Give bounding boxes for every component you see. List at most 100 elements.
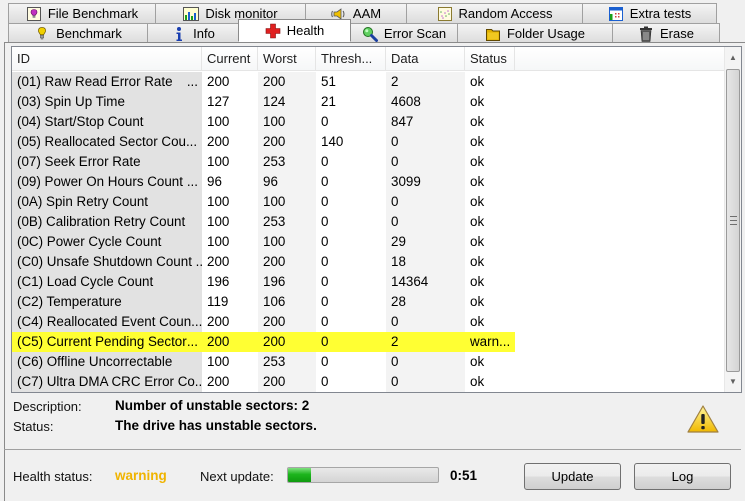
worst-cell: 124 <box>258 92 316 112</box>
table-row-warning[interactable]: (C5) Current Pending Sector... 200 200 0 2 wa… <box>12 332 725 352</box>
current-cell: 200 <box>207 134 230 149</box>
current-cell: 96 <box>207 174 222 189</box>
tab-erase[interactable]: Erase <box>612 23 720 43</box>
row-filler <box>515 152 725 172</box>
current-cell: 200 <box>207 314 230 329</box>
magnifier-icon <box>362 26 378 42</box>
worst-cell: 200 <box>258 372 316 392</box>
table-row[interactable]: (03) Spin Up Time 127 124 21 4608 ok <box>12 92 725 112</box>
worst-cell: 196 <box>258 272 316 292</box>
column-header-status[interactable]: Status <box>465 47 515 71</box>
table-row[interactable]: (05) Reallocated Sector Cou... 200 200 140 0… <box>12 132 725 152</box>
attribute-id-cell: (0C) Power Cycle Count <box>12 232 202 252</box>
tab-extra-tests[interactable]: Extra tests <box>582 3 717 23</box>
tab-file-benchmark[interactable]: File Benchmark <box>8 3 156 23</box>
scroll-up-arrow-icon[interactable]: ▲ <box>725 49 741 66</box>
row-filler <box>515 312 725 332</box>
threshold-cell: 0 <box>321 234 329 249</box>
row-filler <box>515 172 725 192</box>
tab-error-scan[interactable]: Error Scan <box>350 23 458 43</box>
worst-cell: 106 <box>258 292 316 312</box>
column-header-current[interactable]: Current <box>202 47 258 71</box>
threshold-cell: 0 <box>321 114 329 129</box>
table-row[interactable]: (09) Power On Hours Count... 96 96 0 3099 ok <box>12 172 725 192</box>
threshold-cell: 0 <box>321 294 329 309</box>
benchmark-icon <box>34 26 50 42</box>
table-row[interactable]: (0C) Power Cycle Count 100 100 0 29 ok <box>12 232 725 252</box>
worst-cell: 200 <box>258 252 316 272</box>
scrollbar-thumb[interactable] <box>726 69 740 372</box>
table-row[interactable]: (07) Seek Error Rate 100 253 0 0 ok <box>12 152 725 172</box>
table-row[interactable]: (C0) Unsafe Shutdown Count ... 200 200 0 18 o… <box>12 252 725 272</box>
row-filler <box>515 372 725 392</box>
table-row[interactable]: (01) Raw Read Error Rate... 200 200 51 2 ok <box>12 72 725 92</box>
worst-cell: 200 <box>258 132 316 152</box>
separator <box>4 449 741 450</box>
worst-cell: 200 <box>258 332 316 352</box>
data-cell: 2 <box>386 332 465 352</box>
row-filler <box>515 72 725 92</box>
tab-benchmark[interactable]: Benchmark <box>8 23 148 43</box>
threshold-cell: 0 <box>321 214 329 229</box>
column-header-threshold[interactable]: Thresh... <box>316 47 386 71</box>
truncation-ellipsis: ... <box>186 74 198 89</box>
status-cell: warn... <box>465 332 515 352</box>
table-row[interactable]: (C6) Offline Uncorrectable 100 253 0 0 ok <box>12 352 725 372</box>
progress-fill <box>288 468 311 482</box>
worst-cell: 253 <box>258 352 316 372</box>
data-cell: 0 <box>386 372 465 392</box>
tab-info[interactable]: Info <box>147 23 239 43</box>
smart-attributes-list[interactable]: ID Current Worst Thresh... Data Status (… <box>11 46 742 393</box>
data-cell: 847 <box>386 112 465 132</box>
column-header-worst[interactable]: Worst <box>258 47 316 71</box>
vertical-scrollbar[interactable]: ▲ ▼ <box>724 47 741 392</box>
row-filler <box>515 92 725 112</box>
data-cell: 0 <box>386 212 465 232</box>
log-button[interactable]: Log <box>634 463 731 490</box>
current-cell: 100 <box>207 154 230 169</box>
column-header-id[interactable]: ID <box>12 47 202 71</box>
next-update-countdown: 0:51 <box>450 468 478 483</box>
row-filler <box>515 192 725 212</box>
table-row[interactable]: (C4) Reallocated Event Coun... 200 200 0 0 ok <box>12 312 725 332</box>
table-row[interactable]: (C7) Ultra DMA CRC Error Co... 200 200 0 0 ok <box>12 372 725 392</box>
data-cell: 29 <box>386 232 465 252</box>
data-cell: 3099 <box>386 172 465 192</box>
current-cell: 100 <box>207 354 230 369</box>
column-header-data[interactable]: Data <box>386 47 465 71</box>
status-cell: ok <box>470 94 485 109</box>
status-cell: ok <box>470 194 485 209</box>
status-cell: ok <box>470 234 485 249</box>
trash-icon <box>638 26 654 42</box>
attribute-id-cell: (C0) Unsafe Shutdown Count ... <box>12 252 202 272</box>
row-filler <box>515 132 725 152</box>
threshold-cell: 51 <box>321 74 336 89</box>
current-cell: 200 <box>207 254 230 269</box>
tab-random-access[interactable]: Random Access <box>406 3 583 23</box>
next-update-label: Next update: <box>200 469 274 484</box>
table-row[interactable]: (04) Start/Stop Count 100 100 0 847 ok <box>12 112 725 132</box>
table-row[interactable]: (0A) Spin Retry Count 100 100 0 0 ok <box>12 192 725 212</box>
threshold-cell: 0 <box>316 332 386 352</box>
row-filler <box>515 292 725 312</box>
status-label: Status: <box>13 419 54 434</box>
tab-folder-usage[interactable]: Folder Usage <box>457 23 613 43</box>
threshold-cell: 140 <box>321 134 344 149</box>
attribute-id-cell: (0B) Calibration Retry Count <box>12 212 202 232</box>
current-cell: 100 <box>207 214 230 229</box>
threshold-cell: 0 <box>321 274 329 289</box>
table-row[interactable]: (0B) Calibration Retry Count 100 253 0 0 ok <box>12 212 725 232</box>
worst-cell: 200 <box>258 312 316 332</box>
table-row[interactable]: (C2) Temperature 119 106 0 28 ok <box>12 292 725 312</box>
status-cell: ok <box>470 214 485 229</box>
scroll-down-arrow-icon[interactable]: ▼ <box>725 373 741 390</box>
threshold-cell: 0 <box>321 154 329 169</box>
worst-cell: 100 <box>258 192 316 212</box>
row-filler <box>515 212 725 232</box>
update-button[interactable]: Update <box>524 463 621 490</box>
attribute-id-cell: (C1) Load Cycle Count <box>12 272 202 292</box>
table-row[interactable]: (C1) Load Cycle Count 196 196 0 14364 ok <box>12 272 725 292</box>
tab-health[interactable]: Health <box>238 19 351 42</box>
description-label: Description: <box>13 399 82 414</box>
attribute-id-cell: (0A) Spin Retry Count <box>12 192 202 212</box>
